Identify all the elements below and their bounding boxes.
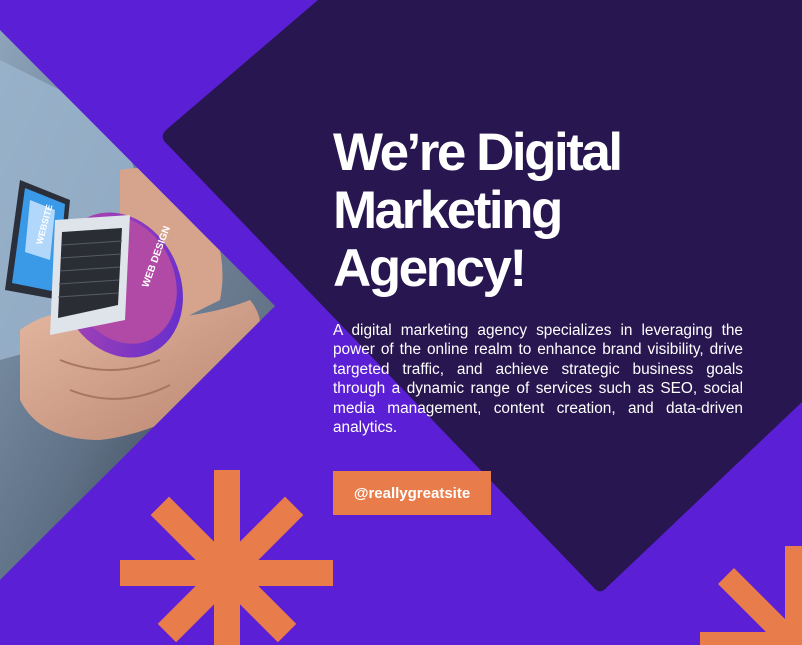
description-paragraph: A digital marketing agency specializes i… bbox=[333, 322, 743, 437]
headline: We’re Digital Marketing Agency! bbox=[333, 124, 733, 298]
poster: WEBSITE WEB DESIGN We’re Digital Marketi… bbox=[0, 0, 802, 645]
headline-line-3: Agency! bbox=[333, 239, 527, 298]
website-button[interactable]: @reallygreatsite bbox=[333, 471, 491, 515]
website-button-label: @reallygreatsite bbox=[353, 484, 471, 502]
headline-line-2: Marketing bbox=[333, 181, 563, 240]
headline-line-1: We’re Digital bbox=[333, 123, 623, 182]
